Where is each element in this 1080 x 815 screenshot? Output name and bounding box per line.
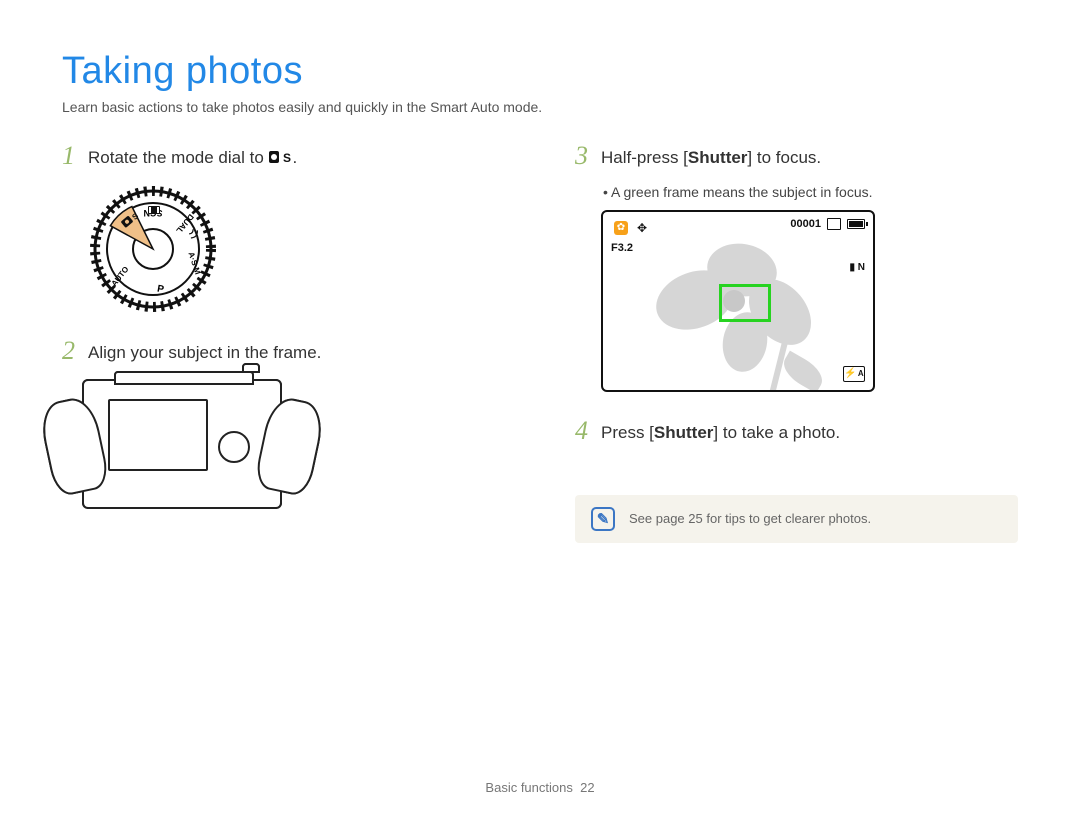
camera-icon xyxy=(82,379,282,509)
step-text: Align your subject in the frame. xyxy=(88,338,321,365)
note-icon: ✎ xyxy=(591,507,615,531)
mode-dial-illustration: SCN DUAL A·S·M P AUTO S xyxy=(88,184,505,314)
step-4: 4 Press [Shutter] to take a photo. xyxy=(575,418,1018,445)
text: Half-press [ xyxy=(601,148,688,167)
lcd-preview-illustration: ✥ F3.2 00001 ▮ N A xyxy=(601,210,875,392)
step-3-bullet: A green frame means the subject in focus… xyxy=(603,184,1018,200)
step-1: 1 Rotate the mode dial to S. xyxy=(62,143,505,170)
step-text: Half-press [Shutter] to focus. xyxy=(601,143,821,170)
flash-auto-icon: A xyxy=(843,366,865,382)
step-3: 3 Half-press [Shutter] to focus. xyxy=(575,143,1018,170)
osd-top-left: ✥ xyxy=(611,218,647,238)
shutter-label: Shutter xyxy=(654,423,714,442)
page-title: Taking photos xyxy=(62,50,1018,93)
tip-callout: ✎ See page 25 for tips to get clearer ph… xyxy=(575,495,1018,543)
quality-indicator: ▮ N xyxy=(849,262,865,273)
page-subtitle: Learn basic actions to take photos easil… xyxy=(62,99,1018,115)
two-column-layout: 1 Rotate the mode dial to S. SCN xyxy=(62,143,1018,543)
tip-text: See page 25 for tips to get clearer phot… xyxy=(629,511,871,526)
text: . xyxy=(293,148,298,167)
mode-dial-icon: SCN DUAL A·S·M P AUTO S xyxy=(88,184,218,314)
footer-page-number: 22 xyxy=(580,780,594,795)
osd-top-right: 00001 xyxy=(790,218,865,230)
text: Rotate the mode dial to xyxy=(88,148,269,167)
step-text: Press [Shutter] to take a photo. xyxy=(601,418,840,445)
macro-mode-icon xyxy=(611,218,631,238)
flash-mode-letter: A xyxy=(858,369,864,378)
step-text: Rotate the mode dial to S. xyxy=(88,143,297,170)
footer-section: Basic functions xyxy=(485,780,572,795)
quality-letter: N xyxy=(858,262,865,273)
battery-icon xyxy=(847,219,865,229)
left-column: 1 Rotate the mode dial to S. SCN xyxy=(62,143,505,543)
stabilization-icon: ✥ xyxy=(637,221,647,235)
page-footer: Basic functions 22 xyxy=(0,780,1080,795)
step-number: 2 xyxy=(62,338,88,364)
step-2: 2 Align your subject in the frame. xyxy=(62,338,505,365)
step-number: 4 xyxy=(575,418,601,444)
step-number: 1 xyxy=(62,143,88,169)
sd-card-icon xyxy=(827,218,841,230)
aperture-readout: F3.2 xyxy=(611,242,633,254)
camera-hold-illustration xyxy=(82,379,505,509)
focus-frame-icon xyxy=(719,284,771,322)
right-column: 3 Half-press [Shutter] to focus. A green… xyxy=(575,143,1018,543)
smart-auto-mode-icon: S xyxy=(269,149,293,165)
shots-remaining: 00001 xyxy=(790,218,821,230)
text: ] to focus. xyxy=(747,148,821,167)
svg-text:S: S xyxy=(283,151,291,165)
step-number: 3 xyxy=(575,143,601,169)
text: ] to take a photo. xyxy=(713,423,840,442)
manual-page: Taking photos Learn basic actions to tak… xyxy=(0,0,1080,815)
shutter-label: Shutter xyxy=(688,148,748,167)
text: Press [ xyxy=(601,423,654,442)
